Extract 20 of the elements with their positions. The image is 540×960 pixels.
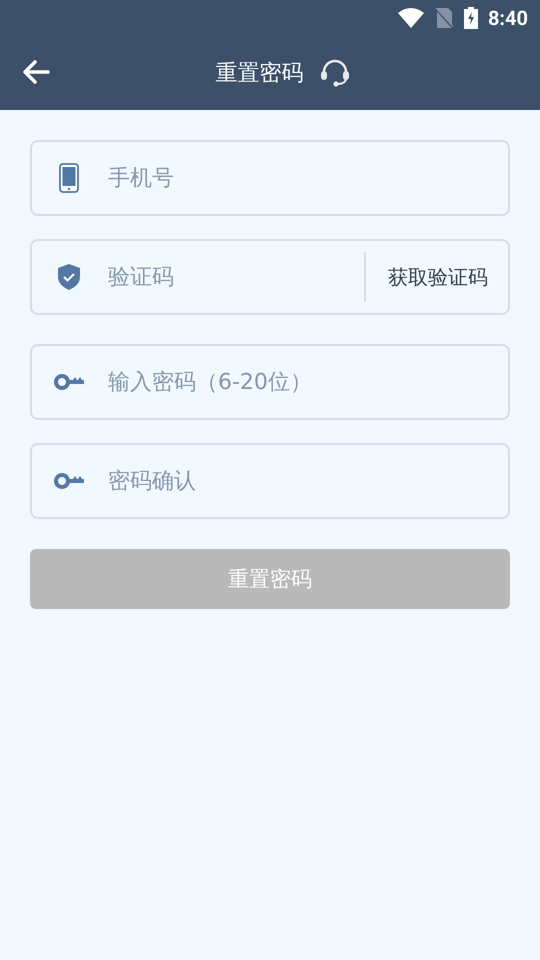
input-field[interactable]: 输入密码（6-20位） [30,344,510,420]
get-code-button[interactable]: 获取验证码 [366,252,508,302]
text-input[interactable]: 手机号 [108,158,508,198]
wifi-icon [398,8,424,28]
key-icon [54,374,84,390]
back-button[interactable] [22,59,50,85]
page-title: 重置密码 [216,60,304,88]
shield-check-icon [58,264,80,290]
headset-icon[interactable] [320,58,350,86]
key-icon [54,473,84,489]
text-input[interactable]: 密码确认 [108,461,508,501]
status-time: 8:40 [488,6,528,30]
no-sim-icon [434,6,454,28]
phone-icon [59,163,79,193]
input-field[interactable]: 密码确认 [30,443,510,519]
battery-charging-icon [464,6,478,28]
text-input[interactable]: 验证码 [108,257,364,297]
input-field[interactable]: 验证码 获取验证码 [30,239,510,315]
text-input[interactable]: 输入密码（6-20位） [108,362,508,402]
input-field[interactable]: 手机号 [30,140,510,216]
